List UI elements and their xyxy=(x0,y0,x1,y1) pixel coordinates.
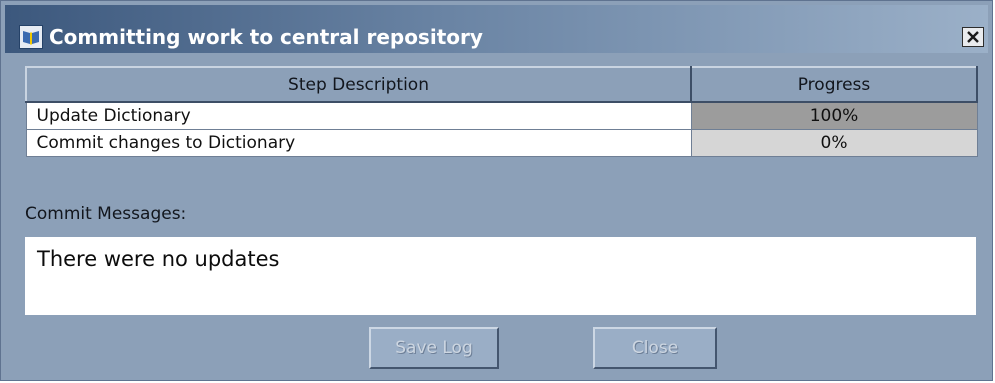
progress-cell: 0% xyxy=(690,129,978,157)
title-bar[interactable]: Committing work to central repository xyxy=(5,5,988,53)
table-row[interactable]: Update Dictionary 100% xyxy=(25,101,978,130)
table-header-row: Step Description Progress xyxy=(25,66,978,103)
window-title: Committing work to central repository xyxy=(49,25,483,49)
steps-table: Step Description Progress Update Diction… xyxy=(25,66,978,157)
column-header-step-description[interactable]: Step Description xyxy=(25,66,692,103)
table-row[interactable]: Commit changes to Dictionary 0% xyxy=(25,129,978,157)
commit-message-text: There were no updates xyxy=(37,247,280,271)
open-book-icon xyxy=(19,25,43,49)
commit-messages-label: Commit Messages: xyxy=(25,204,187,224)
close-icon[interactable] xyxy=(962,27,984,47)
commit-dialog: Committing work to central repository St… xyxy=(0,0,993,381)
save-log-button[interactable]: Save Log xyxy=(369,327,499,369)
progress-label: 100% xyxy=(809,106,859,126)
progress-cell: 100% xyxy=(690,101,978,130)
progress-label: 0% xyxy=(820,133,848,153)
step-description: Commit changes to Dictionary xyxy=(25,129,692,157)
column-header-progress[interactable]: Progress xyxy=(690,66,978,103)
close-button[interactable]: Close xyxy=(593,327,717,369)
step-description: Update Dictionary xyxy=(25,101,692,130)
commit-messages-area[interactable]: There were no updates xyxy=(25,237,976,315)
